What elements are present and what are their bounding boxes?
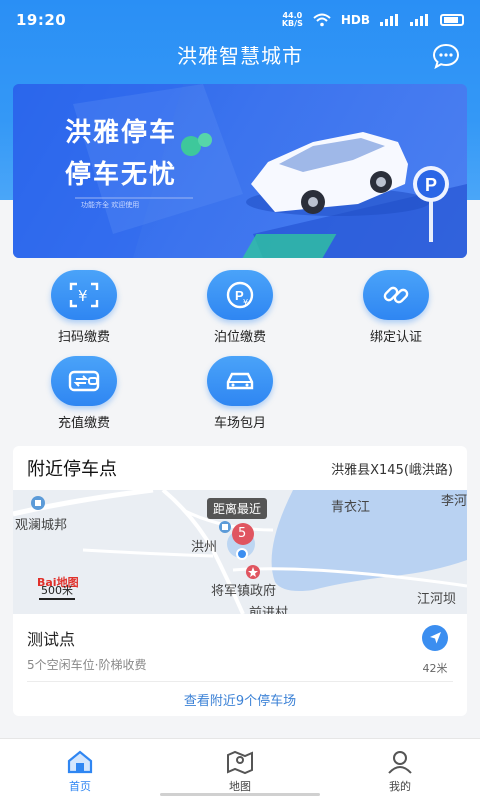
svg-text:P: P: [425, 175, 437, 195]
banner-subtitle: 停车无忧: [65, 160, 178, 190]
map-label-jiangjun: 将军镇政府: [211, 584, 277, 599]
menu-bind-auth[interactable]: 绑定认证: [346, 270, 446, 345]
nearby-parking-card: 附近停车点 洪雅县X145(峨洪路) 观澜城邦 青衣江 李河 洪州 将军镇政府 …: [13, 446, 467, 716]
network-type: HDB: [340, 13, 370, 27]
parking-spot-item[interactable]: 测试点 5个空闲车位·阶梯收费: [27, 626, 146, 673]
building-icon: [31, 496, 45, 510]
hospital-icon: [219, 521, 231, 533]
navigation-icon: [422, 625, 448, 651]
battery-icon: [440, 14, 464, 26]
parking-pay-icon: P ¥: [207, 270, 273, 320]
map-icon: [227, 750, 253, 775]
marker-count: 5: [238, 526, 247, 541]
government-icon: [246, 565, 260, 579]
tab-map[interactable]: 地图: [200, 749, 280, 794]
status-bar: 19:20 44.0 KB/S HDB: [0, 0, 480, 40]
spot-name: 测试点: [27, 630, 76, 649]
map-label-hongzhou: 洪州: [191, 540, 218, 555]
menu-scan-pay[interactable]: ¥ 扫码缴费: [34, 270, 134, 345]
tab-mine[interactable]: 我的: [360, 749, 440, 794]
location-dot: [236, 548, 248, 560]
home-indicator: [160, 793, 320, 796]
nearby-header: 附近停车点 洪雅县X145(峨洪路): [13, 446, 467, 490]
message-icon[interactable]: [432, 43, 460, 69]
divider: [27, 681, 453, 682]
current-address: 洪雅县X145(峨洪路): [331, 462, 453, 478]
signal-icon-2: [410, 14, 428, 26]
banner-caption: 功能齐全 欢迎使用: [81, 201, 140, 209]
link-icon: [363, 270, 429, 320]
home-icon: [67, 750, 93, 774]
svg-text:¥: ¥: [243, 298, 248, 307]
map-label-qingyijiang: 青衣江: [331, 500, 371, 515]
banner-title: 洪雅停车: [65, 118, 178, 148]
menu-recharge[interactable]: 充值缴费: [34, 356, 134, 431]
menu-monthly[interactable]: 车场包月: [190, 356, 290, 431]
wallet-icon: [51, 356, 117, 406]
svg-text:¥: ¥: [78, 287, 88, 305]
wifi-icon: [313, 13, 331, 27]
navigate-button[interactable]: 42米: [421, 624, 449, 676]
map-label-guanlan: 观澜城邦: [15, 518, 68, 533]
status-time: 19:20: [16, 11, 67, 29]
map-label-qianjin: 前进村: [249, 606, 289, 614]
spot-distance: 42米: [422, 662, 448, 675]
promo-banner[interactable]: P 洪雅停车 停车无忧 功能齐全 欢迎使用: [13, 84, 467, 258]
page-title: 洪雅智慧城市: [177, 44, 303, 68]
view-more-link[interactable]: 查看附近9个停车场: [13, 690, 467, 709]
nearest-tag: 距离最近: [207, 498, 268, 519]
scan-pay-icon: ¥: [51, 270, 117, 320]
network-speed: 44.0 KB/S: [281, 11, 303, 28]
tab-home[interactable]: 首页: [40, 749, 120, 794]
map-scale: 500米: [39, 582, 75, 600]
nearby-title: 附近停车点: [27, 459, 117, 480]
title-bar: 洪雅智慧城市: [0, 40, 480, 72]
map-view[interactable]: 观澜城邦 青衣江 李河 洪州 将军镇政府 前进村 江河坝 距离最近 5 Bai地…: [13, 490, 467, 614]
map-label-lihe: 李河: [441, 494, 467, 509]
user-icon: [388, 751, 412, 774]
menu-parking-pay[interactable]: P ¥ 泊位缴费: [190, 270, 290, 345]
signal-icon: [380, 14, 398, 26]
car-icon: [207, 356, 273, 406]
map-label-jianghe: 江河坝: [417, 592, 457, 607]
bottom-tab-bar: 首页 地图 我的: [0, 738, 480, 800]
spot-desc: 5个空闲车位·阶梯收费: [27, 658, 147, 672]
